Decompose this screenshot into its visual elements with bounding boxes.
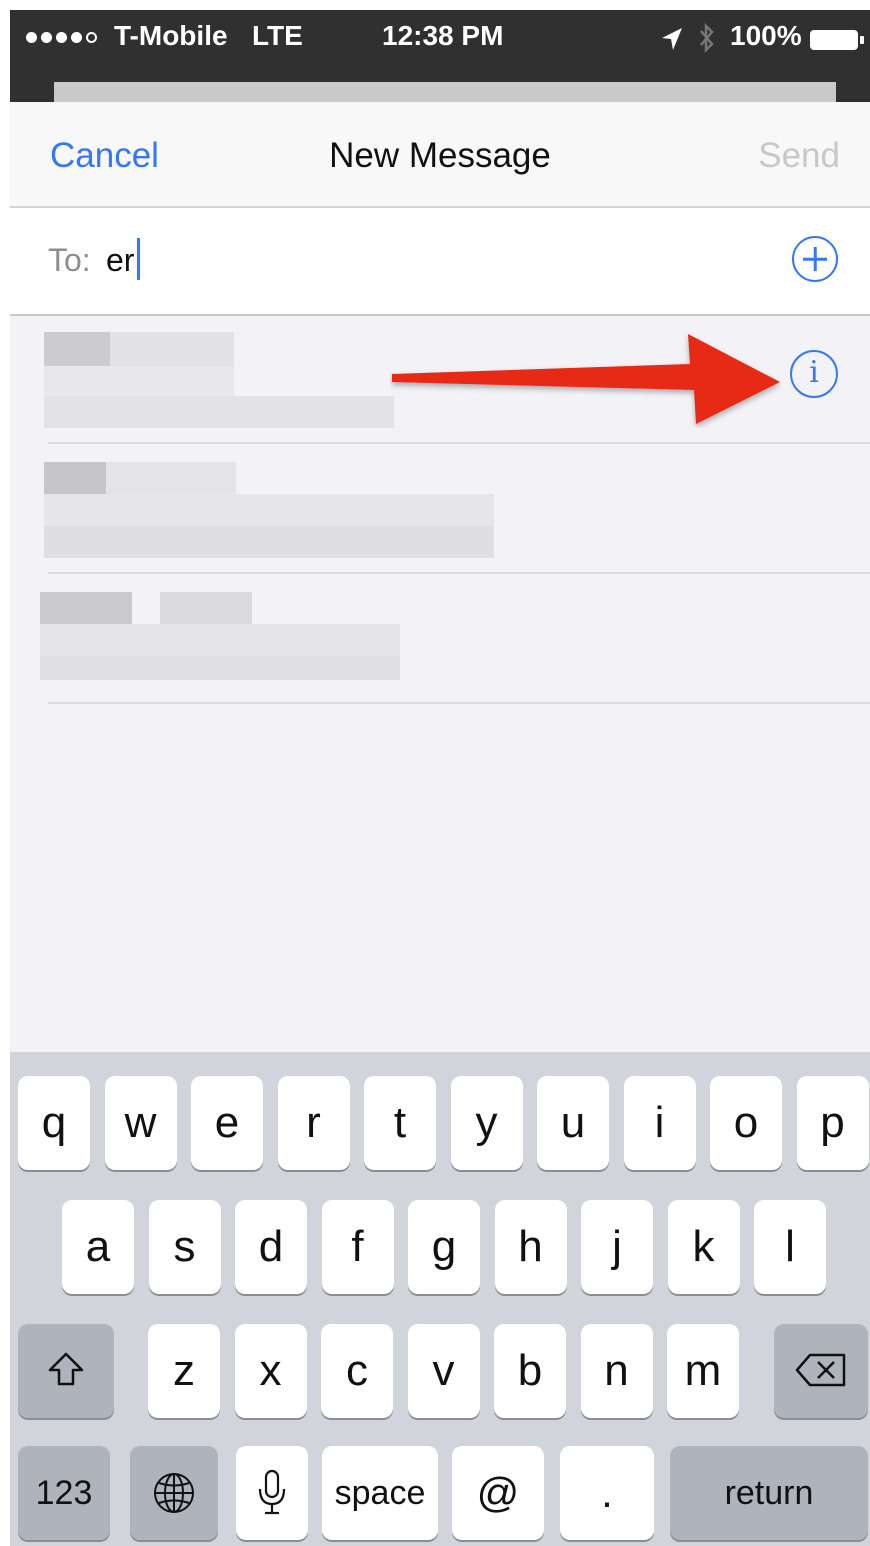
key-a[interactable]: a — [62, 1200, 134, 1294]
key-s[interactable]: s — [148, 1200, 221, 1294]
key-h[interactable]: h — [494, 1200, 567, 1294]
key-c[interactable]: c — [321, 1324, 393, 1418]
key-n[interactable]: n — [580, 1324, 653, 1418]
carrier-name: T-Mobile — [114, 20, 228, 51]
numbers-key[interactable]: 123 — [18, 1446, 110, 1540]
key-r[interactable]: r — [277, 1076, 350, 1170]
blurred-contact-name — [40, 592, 132, 624]
key-w[interactable]: w — [104, 1076, 177, 1170]
status-time: 12:38 PM — [382, 20, 504, 51]
add-contact-button[interactable] — [792, 236, 838, 282]
status-bar: T-Mobile LTE 12:38 PM 100% — [10, 10, 870, 104]
contact-info-button[interactable]: i — [790, 350, 838, 398]
globe-icon — [154, 1473, 194, 1513]
blurred-contact-detail — [40, 624, 400, 656]
network-type: LTE — [252, 20, 303, 51]
microphone-icon — [258, 1469, 286, 1515]
blurred-contact-name — [44, 462, 106, 494]
navigation-bar: Cancel New Message Send — [10, 102, 870, 208]
sheet-backdrop — [54, 82, 836, 104]
battery-percent: 100% — [730, 20, 802, 51]
at-key[interactable]: @ — [452, 1446, 544, 1540]
period-key[interactable]: . — [560, 1446, 654, 1540]
blurred-contact-name — [160, 592, 252, 624]
backspace-key[interactable] — [774, 1324, 868, 1418]
location-arrow-icon — [662, 28, 682, 50]
contact-suggestion[interactable] — [10, 576, 870, 704]
key-f[interactable]: f — [321, 1200, 394, 1294]
key-j[interactable]: j — [581, 1200, 653, 1294]
key-u[interactable]: u — [537, 1076, 609, 1170]
key-d[interactable]: d — [235, 1200, 307, 1294]
battery-tip — [860, 36, 864, 44]
key-z[interactable]: z — [148, 1324, 220, 1418]
blurred-contact-detail — [44, 366, 234, 396]
key-m[interactable]: m — [667, 1324, 739, 1418]
blurred-contact-detail — [40, 656, 400, 680]
key-k[interactable]: k — [667, 1200, 740, 1294]
key-g[interactable]: g — [408, 1200, 480, 1294]
key-i[interactable]: i — [623, 1076, 696, 1170]
keyboard: qwertyuiop asdfghjkl zxcvbnm 123 space @… — [10, 1052, 870, 1546]
row-separator — [48, 702, 870, 704]
key-p[interactable]: p — [796, 1076, 869, 1170]
to-label: To: — [48, 242, 91, 278]
battery-icon — [810, 30, 858, 50]
blurred-contact-name — [110, 332, 234, 366]
key-x[interactable]: x — [234, 1324, 307, 1418]
dictation-key[interactable] — [236, 1446, 308, 1540]
key-v[interactable]: v — [407, 1324, 480, 1418]
key-o[interactable]: o — [710, 1076, 782, 1170]
key-b[interactable]: b — [494, 1324, 566, 1418]
blurred-contact-detail — [44, 396, 394, 428]
shift-key[interactable] — [18, 1324, 114, 1418]
bluetooth-icon — [700, 22, 714, 54]
row-separator — [48, 442, 870, 444]
blurred-contact-name — [106, 462, 236, 494]
blurred-contact-detail — [44, 494, 494, 526]
return-key[interactable]: return — [670, 1446, 868, 1540]
shift-icon — [48, 1352, 84, 1386]
phone-screen: T-Mobile LTE 12:38 PM 100% Cancel New Me… — [10, 10, 870, 1546]
key-q[interactable]: q — [18, 1076, 90, 1170]
row-separator — [48, 572, 870, 574]
recipient-field[interactable]: To: er — [10, 208, 870, 316]
blurred-contact-detail — [44, 526, 494, 558]
send-button[interactable]: Send — [758, 136, 840, 176]
page-title: New Message — [329, 136, 551, 175]
key-l[interactable]: l — [754, 1200, 826, 1294]
text-cursor — [137, 238, 140, 280]
key-y[interactable]: y — [450, 1076, 523, 1170]
delete-icon — [795, 1353, 846, 1387]
key-t[interactable]: t — [364, 1076, 436, 1170]
contact-suggestion[interactable] — [10, 446, 870, 574]
recipient-input[interactable]: er — [106, 242, 134, 279]
globe-key[interactable] — [130, 1446, 218, 1540]
blurred-contact-name — [44, 332, 110, 366]
key-e[interactable]: e — [191, 1076, 263, 1170]
signal-strength-icon — [26, 32, 97, 43]
space-key[interactable]: space — [322, 1446, 438, 1540]
red-arrow-annotation — [392, 334, 780, 424]
